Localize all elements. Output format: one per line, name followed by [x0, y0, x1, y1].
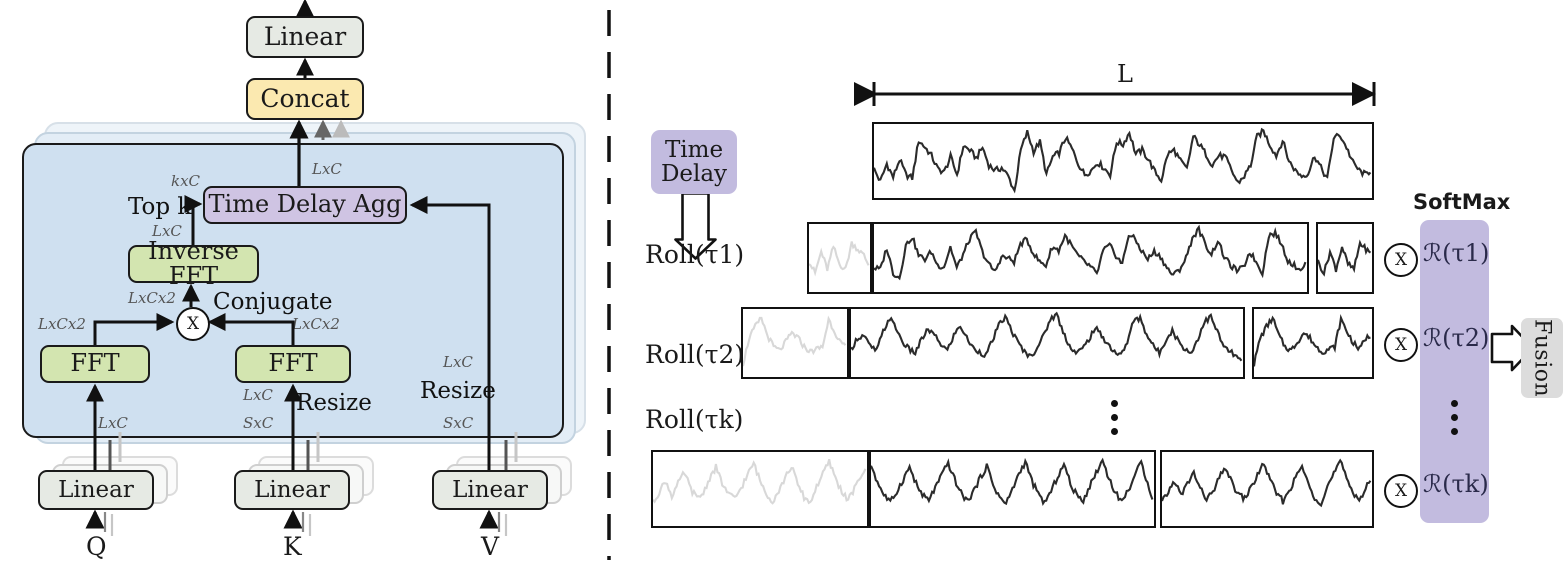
roll-tauk-tail-plot	[1162, 452, 1372, 526]
linear-output-block[interactable]: Linear	[246, 16, 364, 58]
dim-fft-right-out: LxCx2	[292, 315, 340, 333]
dim-q-in: LxC	[98, 414, 128, 432]
dim-k-in: SxC	[243, 414, 274, 432]
fusion-label: Fusion	[1529, 318, 1555, 398]
top-k-label: Top k	[128, 194, 192, 220]
fft-key-label: FFT	[268, 349, 318, 378]
roll-tau2-ghost-plot	[743, 309, 847, 377]
multiply-tau2-symbol: X	[1394, 335, 1408, 355]
dim-k-resized: LxC	[243, 386, 273, 404]
roll-tauk-label: Roll(τk)	[645, 405, 744, 434]
roll-tau2-label: Roll(τ2)	[645, 340, 745, 369]
softmax-ellipsis	[1451, 400, 1458, 435]
time-delay-agg-block[interactable]: Time Delay Agg	[203, 186, 407, 224]
resize-k-label: Resize	[296, 390, 372, 416]
fft-query-block[interactable]: FFT	[40, 345, 150, 383]
roll-tau2-tail-box	[1252, 307, 1374, 379]
resize-v-label: Resize	[420, 378, 496, 404]
fusion-block[interactable]: Fusion	[1521, 318, 1563, 398]
roll-tauk-ghost-box	[651, 450, 869, 528]
input-k-label: K	[283, 532, 302, 561]
multiply-symbol: X	[186, 314, 200, 334]
roll-tau2-ghost-box	[741, 307, 849, 379]
multiply-tau1: X	[1384, 243, 1418, 277]
conjugate-label: Conjugate	[213, 289, 333, 315]
corr-tau2-label: ℛ(τ2)	[1423, 324, 1490, 352]
linear-output-label: Linear	[263, 21, 347, 51]
corr-tauk-label: ℛ(τk)	[1423, 470, 1489, 498]
series-original-plot	[874, 124, 1372, 198]
time-delay-badge-line1: Time	[664, 136, 724, 163]
roll-tau1-label: Roll(τ1)	[645, 240, 745, 269]
roll-tau2-main-plot	[851, 309, 1243, 377]
roll-tauk-main-plot	[871, 452, 1154, 526]
input-q-label: Q	[86, 532, 107, 561]
roll-tau1-ghost-plot	[809, 224, 870, 292]
multiply-tauk: X	[1384, 474, 1418, 508]
linear-q-block[interactable]: Linear	[38, 470, 154, 510]
inverse-fft-block[interactable]: Inverse FFT	[128, 238, 259, 289]
corr-tau1-label: ℛ(τ1)	[1423, 239, 1490, 267]
roll-tau1-ghost-box	[807, 222, 872, 294]
sequence-length-label: L	[1117, 60, 1133, 88]
multiply-tau1-symbol: X	[1394, 250, 1408, 270]
dim-ifft-out: LxC	[152, 222, 182, 240]
roll-tau1-tail-plot	[1318, 224, 1372, 292]
input-v-label: V	[481, 532, 500, 561]
roll-tau1-main-plot	[874, 224, 1307, 292]
roll-tau1-tail-box	[1316, 222, 1374, 294]
multiply-tau2: X	[1384, 328, 1418, 362]
inverse-fft-label: Inverse FFT	[148, 236, 239, 290]
softmax-label: SoftMax	[1413, 190, 1511, 214]
fft-key-block[interactable]: FFT	[235, 345, 351, 383]
series-original-box	[872, 122, 1374, 200]
concat-label: Concat	[260, 83, 350, 113]
linear-k-label: Linear	[254, 476, 330, 503]
dim-mul-out: LxCx2	[128, 289, 176, 307]
roll-tau2-main-box	[849, 307, 1245, 379]
dim-v-in: SxC	[443, 414, 474, 432]
roll-tauk-ghost-plot	[653, 452, 867, 526]
multiply-tauk-symbol: X	[1394, 481, 1408, 501]
rows-ellipsis	[1111, 400, 1118, 435]
roll-tauk-main-box	[869, 450, 1156, 528]
dim-agg-out: LxC	[312, 160, 342, 178]
roll-tau1-main-box	[872, 222, 1309, 294]
concat-block[interactable]: Concat	[246, 78, 364, 120]
roll-tau2-tail-plot	[1254, 309, 1372, 377]
dim-fft-left-out: LxCx2	[38, 315, 86, 333]
time-delay-agg-label: Time Delay Agg	[208, 190, 402, 219]
fft-query-label: FFT	[70, 349, 120, 378]
dim-topk-out: kxC	[171, 172, 201, 190]
time-delay-badge-line2: Delay	[660, 161, 728, 187]
linear-q-label: Linear	[58, 476, 134, 503]
time-delay-badge[interactable]: Time Delay	[651, 130, 737, 194]
figure-canvas: Linear Concat Time Delay Agg Inverse FFT…	[0, 0, 1566, 570]
dim-v-resized: LxC	[443, 353, 473, 371]
linear-v-label: Linear	[452, 476, 528, 503]
linear-v-block[interactable]: Linear	[432, 470, 548, 510]
roll-tauk-tail-box	[1160, 450, 1374, 528]
multiply-node: X	[176, 307, 210, 341]
linear-k-block[interactable]: Linear	[234, 470, 350, 510]
